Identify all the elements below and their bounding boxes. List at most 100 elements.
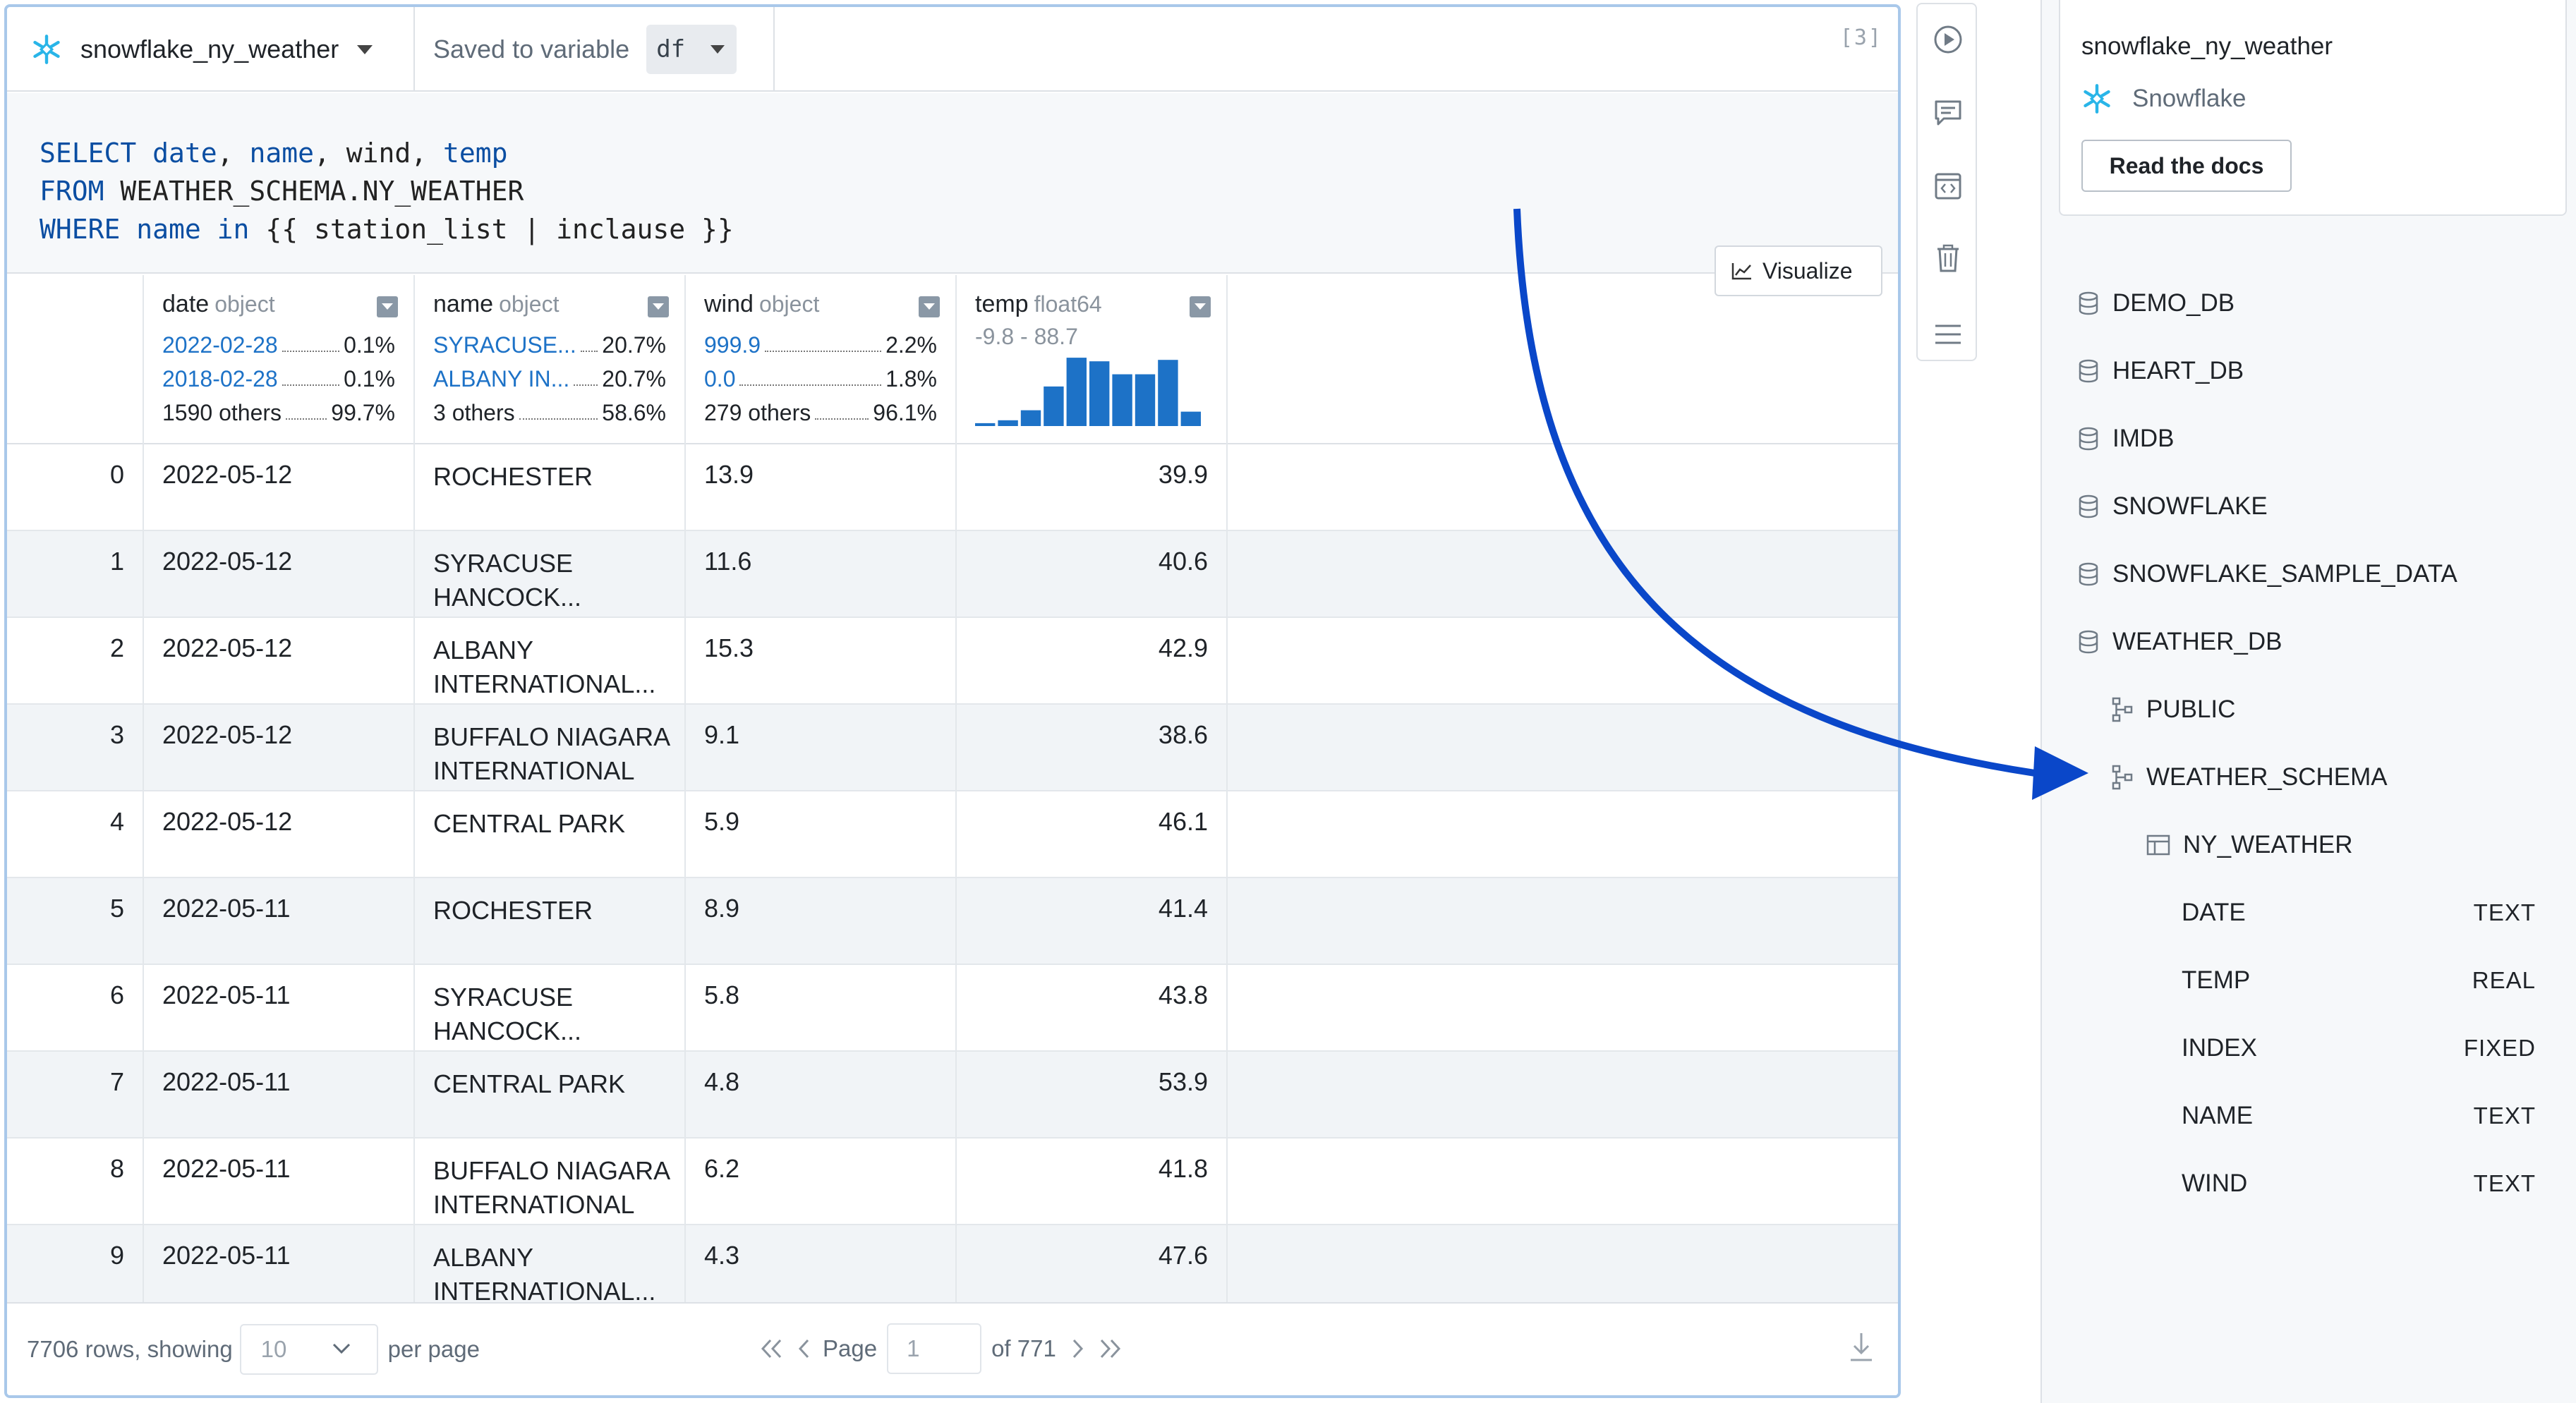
next-page-icon[interactable] xyxy=(1069,1338,1086,1359)
tree-item-column[interactable]: NAME TEXT xyxy=(2182,1102,2564,1130)
cell-name: BUFFALO NIAGARA INTERNATIONAL xyxy=(415,1138,686,1224)
cell-name: SYRACUSE HANCOCK... xyxy=(415,965,686,1050)
column-header-wind[interactable]: wind object 999.9 2.2% 0.0 1.8% 279 others 9… xyxy=(686,275,957,444)
table-row: 7 2022-05-11 CENTRAL PARK 4.8 53.9 xyxy=(7,1052,1898,1138)
cell-date: 2022-05-11 xyxy=(144,1225,415,1311)
index-header xyxy=(7,275,144,444)
last-page-icon[interactable] xyxy=(1096,1338,1124,1359)
column-range: -9.8 - 88.7 xyxy=(975,324,1078,349)
tree-item-table[interactable]: NY_WEATHER xyxy=(2146,831,2564,859)
table-row: 6 2022-05-11 SYRACUSE HANCOCK... 5.8 43.8 xyxy=(7,965,1898,1052)
table-footer: 7706 rows, showing 10 per page Page 1 of… xyxy=(7,1302,1898,1395)
column-stat: 279 others 96.1% xyxy=(704,396,937,430)
temp-histogram xyxy=(975,358,1201,426)
code-icon[interactable] xyxy=(1933,171,1964,202)
read-docs-button[interactable]: Read the docs xyxy=(2081,140,2292,192)
histogram-bar xyxy=(1158,360,1178,426)
tree-item-label: TEMP xyxy=(2182,966,2251,994)
run-icon[interactable] xyxy=(1933,24,1964,55)
cell-name-line: INTERNATIONAL... xyxy=(433,669,656,698)
row-index: 6 xyxy=(7,965,144,1050)
cell-date: 2022-05-12 xyxy=(144,444,415,530)
column-name: date xyxy=(162,291,210,317)
column-header-temp[interactable]: temp float64 -9.8 - 88.7 xyxy=(957,275,1228,444)
histogram-bar xyxy=(1044,386,1064,426)
cell-name-line: HANCOCK... xyxy=(433,1016,582,1045)
row-index: 5 xyxy=(7,878,144,964)
rows-per-page-select[interactable]: 10 xyxy=(239,1324,378,1375)
trash-icon[interactable] xyxy=(1933,243,1964,274)
tree-item-database[interactable]: SNOWFLAKE_SAMPLE_DATA xyxy=(2077,560,2564,588)
variable-name-select[interactable]: df xyxy=(646,25,737,74)
column-stat: SYRACUSE... 20.7% xyxy=(433,328,666,362)
tree-item-column[interactable]: DATE TEXT xyxy=(2182,899,2564,927)
tree-item-database[interactable]: IMDB xyxy=(2077,425,2564,453)
cell-name-line: INTERNATIONAL xyxy=(433,756,635,785)
row-count-label: 7706 rows, showing xyxy=(27,1336,233,1362)
cell-name-line: ALBANY xyxy=(433,1243,534,1272)
cell-name-line: SYRACUSE xyxy=(433,983,574,1012)
database-icon xyxy=(2079,427,2098,451)
saved-variable-control: Saved to variable df xyxy=(415,7,775,92)
tree-item-database[interactable]: WEATHER_DB xyxy=(2077,628,2564,656)
column-header-name[interactable]: name object SYRACUSE... 20.7% ALBANY IN...… xyxy=(415,275,686,444)
comment-icon[interactable] xyxy=(1933,97,1964,128)
column-stat: 3 others 58.6% xyxy=(433,396,666,430)
cell-date: 2022-05-11 xyxy=(144,1138,415,1224)
table-row: 3 2022-05-12 BUFFALO NIAGARA INTERNATIONAL 9… xyxy=(7,705,1898,791)
schema-icon xyxy=(2112,765,2133,790)
sql-editor[interactable]: SELECT date, name, wind, temp FROM WEATH… xyxy=(7,93,1898,274)
cell-name: SYRACUSE HANCOCK... xyxy=(415,531,686,617)
cell-name: ALBANY INTERNATIONAL... xyxy=(415,618,686,703)
histogram-bar xyxy=(1135,374,1156,426)
tree-item-label: INDEX xyxy=(2182,1034,2257,1062)
first-page-icon[interactable] xyxy=(758,1338,786,1359)
cell-name-line: BUFFALO NIAGARA xyxy=(433,1156,671,1185)
tree-item-label: DATE xyxy=(2182,899,2246,926)
cell-wind: 15.3 xyxy=(686,618,957,703)
row-index: 9 xyxy=(7,1225,144,1311)
column-dtype: object xyxy=(214,291,275,317)
column-menu-icon[interactable] xyxy=(377,296,398,317)
menu-icon[interactable] xyxy=(1933,319,1964,350)
histogram-bar xyxy=(975,423,996,426)
cell-name-line: HANCOCK... xyxy=(433,583,582,612)
histogram-bar xyxy=(1180,411,1201,426)
database-icon xyxy=(2079,562,2098,586)
cell-name: CENTRAL PARK xyxy=(415,1052,686,1137)
rows-per-page-value: 10 xyxy=(260,1336,287,1362)
tree-item-column[interactable]: INDEX FIXED xyxy=(2182,1034,2564,1062)
tree-item-label: WEATHER_DB xyxy=(2112,628,2282,655)
cell-wind: 6.2 xyxy=(686,1138,957,1224)
tree-item-database[interactable]: SNOWFLAKE xyxy=(2077,492,2564,521)
row-index: 0 xyxy=(7,444,144,530)
cell-temp: 39.9 xyxy=(957,444,1228,530)
data-source-selector[interactable]: snowflake_ny_weather xyxy=(7,7,415,92)
table-icon xyxy=(2146,834,2170,856)
column-stat: ALBANY IN... 20.7% xyxy=(433,362,666,396)
column-menu-icon[interactable] xyxy=(919,296,940,317)
cell-temp: 46.1 xyxy=(957,791,1228,877)
tree-item-database[interactable]: HEART_DB xyxy=(2077,357,2564,385)
tree-item-database[interactable]: DEMO_DB xyxy=(2077,289,2564,317)
cell-date: 2022-05-12 xyxy=(144,531,415,617)
tree-item-schema[interactable]: PUBLIC xyxy=(2111,696,2564,724)
tree-item-schema[interactable]: WEATHER_SCHEMA xyxy=(2111,763,2564,791)
cell-wind: 4.3 xyxy=(686,1225,957,1311)
schema-browser-panel: snowflake_ny_weather Snowflake Read the … xyxy=(2040,0,2576,1403)
previous-page-icon[interactable] xyxy=(796,1338,813,1359)
column-stat: 2018-02-28 0.1% xyxy=(162,362,395,396)
column-name: temp xyxy=(975,291,1029,317)
variable-name-value: df xyxy=(656,35,686,63)
histogram-bar xyxy=(998,420,1018,426)
column-menu-icon[interactable] xyxy=(648,296,669,317)
column-header-date[interactable]: date object 2022-02-28 0.1% 2018-02-28 0.1%… xyxy=(144,275,415,444)
column-type: TEXT xyxy=(2473,1170,2536,1196)
page-number-input[interactable]: 1 xyxy=(887,1323,982,1374)
tree-item-column[interactable]: WIND TEXT xyxy=(2182,1170,2564,1198)
column-menu-icon[interactable] xyxy=(1190,296,1211,317)
histogram-bar xyxy=(1089,361,1110,426)
tree-item-column[interactable]: TEMP REAL xyxy=(2182,966,2564,995)
notebook-cell: snowflake_ny_weather Saved to variable d… xyxy=(4,4,1901,1398)
download-icon[interactable] xyxy=(1849,1332,1874,1363)
